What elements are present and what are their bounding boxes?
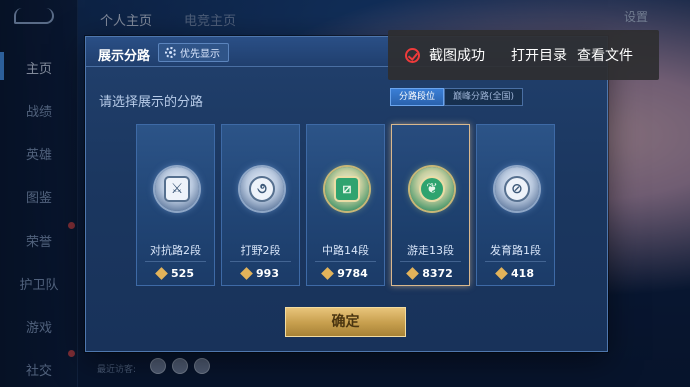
check-circle-icon (405, 47, 420, 63)
lane-cards: ⚔ 对抗路2段 525 ૭ 打野2段 993 ⧄ 中路14段 9784 ❦ 游走… (136, 124, 555, 286)
priority-display-label: 优先显示 (180, 49, 220, 60)
divider (315, 261, 376, 262)
lane-rank-label: 对抗路2段 (150, 244, 201, 257)
rank-points-icon (155, 267, 168, 280)
priority-display-button[interactable]: 优先显示 (158, 43, 229, 62)
lane-rank-label: 中路14段 (322, 244, 369, 257)
lane-card-farm[interactable]: ⊘ 发育路1段 418 (476, 124, 555, 286)
lane-score-value: 8372 (422, 267, 453, 280)
open-directory-link[interactable]: 打开目录 (511, 45, 567, 65)
wind-swirl-icon: ૭ (240, 167, 284, 211)
dialog-title: 展示分路 (98, 49, 151, 64)
rank-points-icon (406, 267, 420, 280)
lane-score-value: 525 (171, 267, 194, 280)
dialog-subtitle: 请选择展示的分路 (99, 95, 204, 110)
lane-card-top[interactable]: ⚔ 对抗路2段 525 (136, 124, 215, 286)
toast-message: 截图成功 (429, 48, 485, 64)
gear-icon (165, 47, 176, 58)
segment-tabs: 分路段位 巅峰分路(全国) (390, 88, 524, 106)
sword-shield-icon: ⚔ (155, 167, 199, 211)
lane-card-mid[interactable]: ⧄ 中路14段 9784 (306, 124, 385, 286)
lane-card-roam[interactable]: ❦ 游走13段 8372 (391, 124, 470, 286)
lane-score-value: 418 (511, 267, 534, 280)
lane-rank-label: 打野2段 (240, 244, 281, 257)
divider (230, 261, 291, 262)
lane-rank-label: 游走13段 (407, 244, 454, 257)
tab-lane-rank[interactable]: 分路段位 (390, 88, 445, 106)
tab-peak-lane[interactable]: 巅峰分路(全国) (444, 88, 524, 106)
mid-lane-icon: ⧄ (325, 167, 369, 211)
lane-score: 418 (477, 267, 554, 280)
rank-points-icon (495, 267, 508, 280)
view-file-link[interactable]: 查看文件 (577, 45, 633, 65)
lane-score: 8372 (392, 267, 469, 280)
leaf-wings-icon: ❦ (410, 167, 454, 211)
lane-score: 9784 (307, 267, 384, 280)
rank-points-icon (321, 267, 335, 280)
lane-score-value: 9784 (337, 267, 368, 280)
lane-card-jungle[interactable]: ૭ 打野2段 993 (221, 124, 300, 286)
lane-score-value: 993 (256, 267, 279, 280)
divider (400, 261, 461, 262)
lane-rank-label: 发育路1段 (490, 244, 541, 257)
divider (145, 261, 206, 262)
lane-score: 993 (222, 267, 299, 280)
rank-points-icon (240, 267, 253, 280)
target-icon: ⊘ (495, 167, 539, 211)
screenshot-toast: 截图成功 打开目录 查看文件 (388, 30, 659, 80)
confirm-button[interactable]: 确定 (285, 307, 406, 337)
divider (485, 261, 546, 262)
lane-display-dialog: 展示分路 优先显示 请选择展示的分路 分路段位 巅峰分路(全国) ⚔ 对抗路2段… (85, 36, 608, 352)
lane-score: 525 (137, 267, 214, 280)
